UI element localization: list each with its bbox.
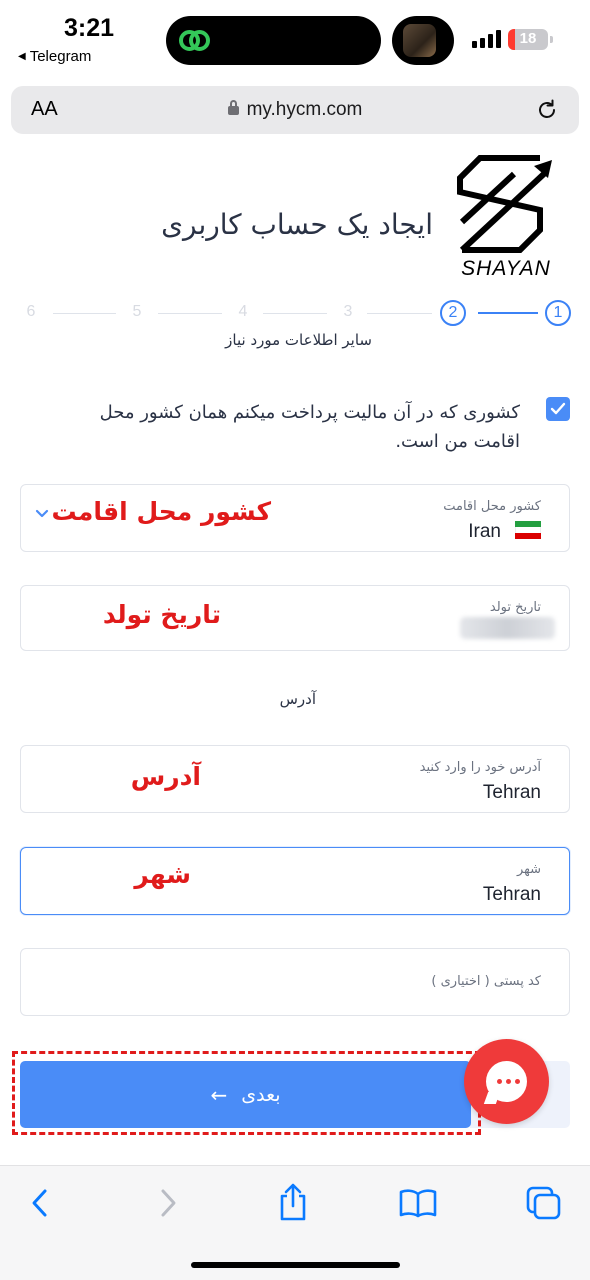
chat-bubble-icon xyxy=(486,1061,527,1102)
url-display[interactable]: my.hycm.com xyxy=(11,99,579,121)
battery-cap xyxy=(550,36,553,43)
address-input[interactable]: آدرس خود را وارد کنید Tehran آدرس xyxy=(20,745,570,813)
stepper-segment xyxy=(367,313,432,314)
media-thumbnail xyxy=(403,24,436,57)
stepper-segment xyxy=(263,313,327,314)
step-caption: سایر اطلاعات مورد نیاز xyxy=(225,331,372,349)
brand-logo: SHAYAN xyxy=(454,152,558,284)
progress-stepper: 1 2 3 4 5 6 xyxy=(20,300,572,326)
address-value: Tehran xyxy=(482,782,541,803)
battery-percent: 18 xyxy=(519,30,537,47)
birthdate-annotation: تاریخ تولد xyxy=(102,600,221,629)
city-label: شهر xyxy=(516,862,541,877)
highlight-frame xyxy=(12,1051,481,1135)
address-bar[interactable]: AA my.hycm.com xyxy=(11,86,579,134)
home-indicator xyxy=(191,1262,400,1268)
chat-button[interactable] xyxy=(464,1039,549,1124)
page-title: ایجاد یک حساب کاربری xyxy=(161,208,433,241)
reload-icon[interactable] xyxy=(535,98,559,122)
stepper-segment xyxy=(158,313,222,314)
share-icon[interactable] xyxy=(277,1182,309,1222)
city-annotation: شهر xyxy=(134,860,191,889)
lock-icon xyxy=(227,100,239,115)
step-1: 1 xyxy=(545,300,571,326)
tabs-icon[interactable] xyxy=(526,1186,562,1220)
stepper-segment xyxy=(478,312,538,314)
bookmarks-icon[interactable] xyxy=(399,1188,437,1218)
battery-icon: 18 xyxy=(508,29,548,50)
registration-page: SHAYAN ایجاد یک حساب کاربری 1 2 3 4 5 6 … xyxy=(0,148,590,1165)
media-activity xyxy=(392,16,454,65)
checkmark-icon xyxy=(550,402,566,415)
cellular-signal-icon xyxy=(472,30,501,48)
back-app-label: Telegram xyxy=(29,48,92,65)
country-value: Iran xyxy=(468,520,541,543)
forward-icon[interactable] xyxy=(155,1186,181,1220)
logo-wordmark: SHAYAN xyxy=(461,257,551,280)
birthdate-field[interactable]: تاریخ تولد تاریخ تولد xyxy=(20,585,570,651)
link-call-icon xyxy=(179,30,210,51)
postal-code-input[interactable]: کد پستی ( اختیاری ) xyxy=(20,948,570,1016)
tax-country-label: کشوری که در آن مالیت پرداخت میکنم همان ک… xyxy=(99,402,520,452)
url-text: my.hycm.com xyxy=(246,99,363,120)
stepper-segment xyxy=(53,313,116,314)
birthdate-redacted-value xyxy=(460,617,555,639)
dynamic-island xyxy=(166,16,381,65)
country-value-text: Iran xyxy=(468,521,501,542)
country-annotation: کشور محل اقامت xyxy=(51,497,271,526)
city-value: Tehran xyxy=(482,884,541,905)
address-annotation: آدرس xyxy=(130,762,201,791)
country-label: کشور محل اقامت xyxy=(443,499,541,514)
status-time: 3:21 xyxy=(64,14,115,42)
chevron-down-icon xyxy=(35,509,49,518)
back-icon[interactable] xyxy=(27,1186,53,1220)
postal-code-label: کد پستی ( اختیاری ) xyxy=(431,974,541,989)
status-bar: 3:21 ◀ Telegram 18 xyxy=(0,0,590,78)
city-input[interactable]: شهر Tehran شهر xyxy=(20,847,570,915)
country-select[interactable]: کشور محل اقامت Iran کشور محل اقامت xyxy=(20,484,570,552)
address-section-label: آدرس xyxy=(279,690,316,708)
step-4: 4 xyxy=(238,303,248,320)
tax-country-checkbox[interactable] xyxy=(546,397,570,421)
iran-flag-icon xyxy=(515,520,541,539)
step-3: 3 xyxy=(343,303,353,320)
back-triangle-icon: ◀ xyxy=(18,51,26,62)
step-2: 2 xyxy=(440,300,466,326)
birthdate-label: تاریخ تولد xyxy=(489,600,541,615)
back-to-telegram-link[interactable]: ◀ Telegram xyxy=(18,48,91,65)
shayan-logo-mark xyxy=(457,155,552,253)
step-5: 5 xyxy=(132,303,142,320)
address-label: آدرس خود را وارد کنید xyxy=(419,760,541,775)
step-6: 6 xyxy=(26,303,36,320)
